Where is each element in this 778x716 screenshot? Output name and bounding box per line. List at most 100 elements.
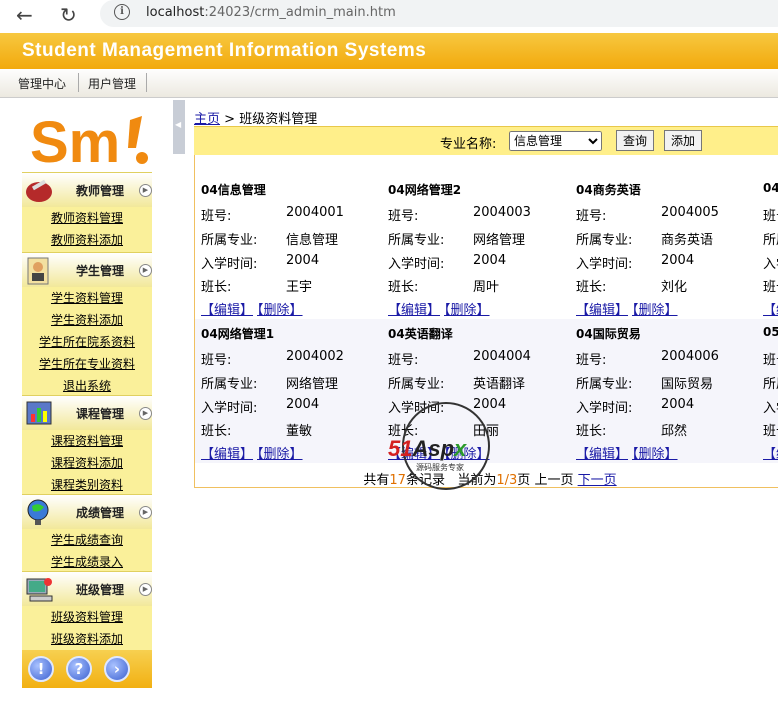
enroll-label: 入学时间: xyxy=(576,401,633,416)
sm-logo-icon: Sm xyxy=(30,110,148,170)
forward-icon[interactable]: › xyxy=(104,656,130,682)
edit-link[interactable]: 【编辑】 xyxy=(201,447,253,462)
sidebar-item-teacher-add[interactable]: 教师资料添加 xyxy=(22,229,152,251)
chevron-right-icon[interactable]: ▶ xyxy=(139,583,152,596)
monitor-label: 班长: xyxy=(388,280,419,295)
add-button[interactable]: 添加 xyxy=(664,130,703,151)
enroll-value: 2004 xyxy=(661,253,695,268)
class-card: 04 班号: 所属专业: 入学时间: 班长: 【编辑】 xyxy=(757,155,778,318)
sidebar-item-logout[interactable]: 退出系统 xyxy=(22,375,152,397)
page-indicator: 1/3 xyxy=(496,473,518,488)
monitor-value: 刘化 xyxy=(661,280,688,295)
sidebar-item-student-add[interactable]: 学生资料添加 xyxy=(22,309,152,331)
chevron-right-icon[interactable]: ▶ xyxy=(139,264,152,277)
sidebar-item-class-add[interactable]: 班级资料添加 xyxy=(22,628,152,650)
class-name: 04英语翻译 xyxy=(388,327,453,341)
sidebar-item-student-manage[interactable]: 学生资料管理 xyxy=(22,287,152,309)
score-globe-icon xyxy=(27,499,49,525)
class-card: 04国际贸易 班号: 2004006 所属专业: 国际贸易 入学时间: 2004 班长… xyxy=(570,299,757,462)
major-label: 所属专业: xyxy=(763,233,778,248)
sidebar-section-label: 成绩管理 xyxy=(76,506,125,520)
sidebar-section-class[interactable]: 班级管理 ▶ xyxy=(22,571,152,606)
major-value: 商务英语 xyxy=(661,233,714,248)
collapse-left-icon[interactable]: ◀ xyxy=(175,120,181,129)
pager-text: 页 xyxy=(517,473,531,488)
breadcrumb-separator: > xyxy=(224,112,236,127)
major-label: 所属专业: xyxy=(388,377,445,392)
major-label: 所属专业: xyxy=(388,233,445,248)
next-page-link[interactable]: 下一页 xyxy=(578,473,617,487)
sidebar-links: 学生成绩查询 学生成绩录入 xyxy=(22,529,152,575)
chevron-right-icon[interactable]: ▶ xyxy=(139,506,152,519)
card-actions: 【编辑】 xyxy=(763,443,778,462)
monitor-value: 邱然 xyxy=(661,424,688,439)
sidebar-item-score-query[interactable]: 学生成绩查询 xyxy=(22,529,152,551)
sidebar-item-student-major[interactable]: 学生所在专业资料 xyxy=(22,353,152,375)
watermark-brand: Asp xyxy=(412,436,455,461)
class-no-value: 2004001 xyxy=(286,205,344,220)
major-value: 国际贸易 xyxy=(661,377,714,392)
enroll-label: 入学时间: xyxy=(763,401,778,416)
delete-link[interactable]: 【删除】 xyxy=(632,447,678,462)
class-no-label: 班号: xyxy=(576,209,607,224)
sidebar-links: 学生资料管理 学生资料添加 学生所在院系资料 学生所在专业资料 退出系统 xyxy=(22,287,152,399)
monitor-label: 班长: xyxy=(576,424,607,439)
sidebar-section-course[interactable]: 课程管理 ▶ xyxy=(22,395,152,430)
menu-user-management[interactable]: 用户管理 xyxy=(88,75,136,92)
sidebar-item-course-manage[interactable]: 课程资料管理 xyxy=(22,430,152,452)
breadcrumb-home-link[interactable]: 主页 xyxy=(194,112,220,127)
class-card: 04信息管理 班号: 2004001 所属专业: 信息管理 入学时间: 2004 班长… xyxy=(195,155,382,318)
menu-admin-center[interactable]: 管理中心 xyxy=(18,75,66,92)
monitor-value: 王宇 xyxy=(286,280,313,295)
sidebar-section-teacher[interactable]: 教师管理 ▶ xyxy=(22,172,152,207)
major-label: 所属专业: xyxy=(201,377,258,392)
sidebar-section-score[interactable]: 成绩管理 ▶ xyxy=(22,494,152,529)
edit-link[interactable]: 【编辑】 xyxy=(763,447,778,462)
major-label: 所属专业: xyxy=(763,377,778,392)
url-text[interactable]: localhost:24023/crm_admin_main.htm xyxy=(146,5,396,20)
class-no-label: 班号: xyxy=(763,353,778,368)
browser-chrome: ← ↻ i localhost:24023/crm_admin_main.htm xyxy=(0,0,778,30)
class-card: 04商务英语 班号: 2004005 所属专业: 商务英语 入学时间: 2004 班长… xyxy=(570,155,757,318)
sidebar-item-teacher-manage[interactable]: 教师资料管理 xyxy=(22,207,152,229)
sidebar-item-course-category[interactable]: 课程类别资料 xyxy=(22,474,152,496)
delete-link[interactable]: 【删除】 xyxy=(257,447,303,462)
pager-text: 共有 xyxy=(363,473,390,488)
class-card: 04网络管理1 班号: 2004002 所属专业: 网络管理 入学时间: 2004 班… xyxy=(195,299,382,462)
sidebar-item-student-dept[interactable]: 学生所在院系资料 xyxy=(22,331,152,353)
sidebar-section-label: 课程管理 xyxy=(76,407,125,421)
class-computer-icon xyxy=(26,578,53,602)
major-value: 网络管理 xyxy=(286,377,339,392)
reload-icon[interactable]: ↻ xyxy=(60,3,77,27)
help-icon[interactable]: ? xyxy=(66,656,92,682)
sidebar-item-score-entry[interactable]: 学生成绩录入 xyxy=(22,551,152,573)
sidebar-links: 课程资料管理 课程资料添加 课程类别资料 xyxy=(22,430,152,498)
sidebar-item-course-add[interactable]: 课程资料添加 xyxy=(22,452,152,474)
sidebar-item-class-manage[interactable]: 班级资料管理 xyxy=(22,606,152,628)
app-title: Student Management Information Systems xyxy=(22,40,427,61)
query-button[interactable]: 查询 xyxy=(616,130,655,151)
major-select[interactable]: 信息管理 xyxy=(509,131,602,151)
major-label: 所属专业: xyxy=(576,377,633,392)
sidebar-collapse-handle[interactable]: ◀ xyxy=(173,100,185,154)
sidebar-links: 班级资料管理 班级资料添加 xyxy=(22,606,152,650)
monitor-label: 班长: xyxy=(201,280,232,295)
prev-page-label: 上一页 xyxy=(534,473,574,488)
edit-link[interactable]: 【编辑】 xyxy=(576,447,628,462)
filter-toolbar: 专业名称: 信息管理 查询 添加 xyxy=(194,126,778,156)
info-icon[interactable]: ! xyxy=(28,656,54,682)
chevron-right-icon[interactable]: ▶ xyxy=(139,407,152,420)
enroll-label: 入学时间: xyxy=(201,401,258,416)
class-no-label: 班号: xyxy=(201,353,232,368)
back-icon[interactable]: ← xyxy=(16,3,33,27)
sidebar-section-student[interactable]: 学生管理 ▶ xyxy=(22,252,152,287)
address-bar[interactable]: i localhost:24023/crm_admin_main.htm xyxy=(100,0,778,27)
menu-divider xyxy=(78,73,79,92)
class-name: 04网络管理1 xyxy=(201,327,275,341)
class-no-value: 2004002 xyxy=(286,349,344,364)
breadcrumb: 主页 > 班级资料管理 xyxy=(194,108,317,127)
chevron-right-icon[interactable]: ▶ xyxy=(139,184,152,197)
monitor-label: 班长: xyxy=(576,280,607,295)
enroll-value: 2004 xyxy=(286,253,320,268)
site-info-icon[interactable]: i xyxy=(114,4,130,20)
